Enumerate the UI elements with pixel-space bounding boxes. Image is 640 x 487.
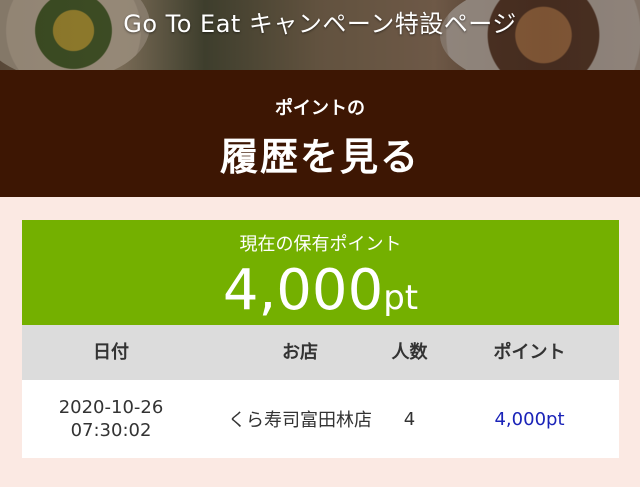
row-shop: くら寿司富田林店 — [228, 410, 372, 431]
header-date: 日付 — [93, 342, 129, 363]
table-row: 2020-10-26 07:30:02 くら寿司富田林店 4 4,000pt — [22, 380, 619, 458]
points-unit: pt — [383, 278, 419, 318]
banner-title: Go To Eat キャンペーン特設ページ — [123, 10, 517, 38]
page-heading: ポイントの 履歴を見る — [0, 70, 640, 197]
header-shop: お店 — [282, 342, 318, 363]
heading-subtitle: ポイントの — [275, 98, 365, 119]
header-people: 人数 — [391, 342, 428, 363]
row-people: 4 — [403, 408, 416, 430]
current-points-label: 現在の保有ポイント — [239, 234, 402, 255]
points-number: 4,000 — [222, 258, 384, 323]
points-history-card: 現在の保有ポイント 4,000pt 日付 お店 人数 ポイント 2020-10-… — [22, 220, 619, 458]
row-date-day: 2020-10-26 — [58, 397, 164, 418]
header-points: ポイント — [493, 342, 566, 363]
campaign-banner[interactable]: Go To Eat キャンペーン特設ページ — [0, 0, 640, 70]
current-points-panel: 現在の保有ポイント 4,000pt — [22, 220, 619, 325]
row-date: 2020-10-26 07:30:02 — [22, 380, 200, 458]
page-title: 履歴を見る — [219, 135, 420, 179]
row-points-link[interactable]: 4,000pt — [462, 380, 597, 458]
history-table-header: 日付 お店 人数 ポイント — [22, 325, 619, 380]
row-date-time: 07:30:02 — [70, 420, 152, 441]
